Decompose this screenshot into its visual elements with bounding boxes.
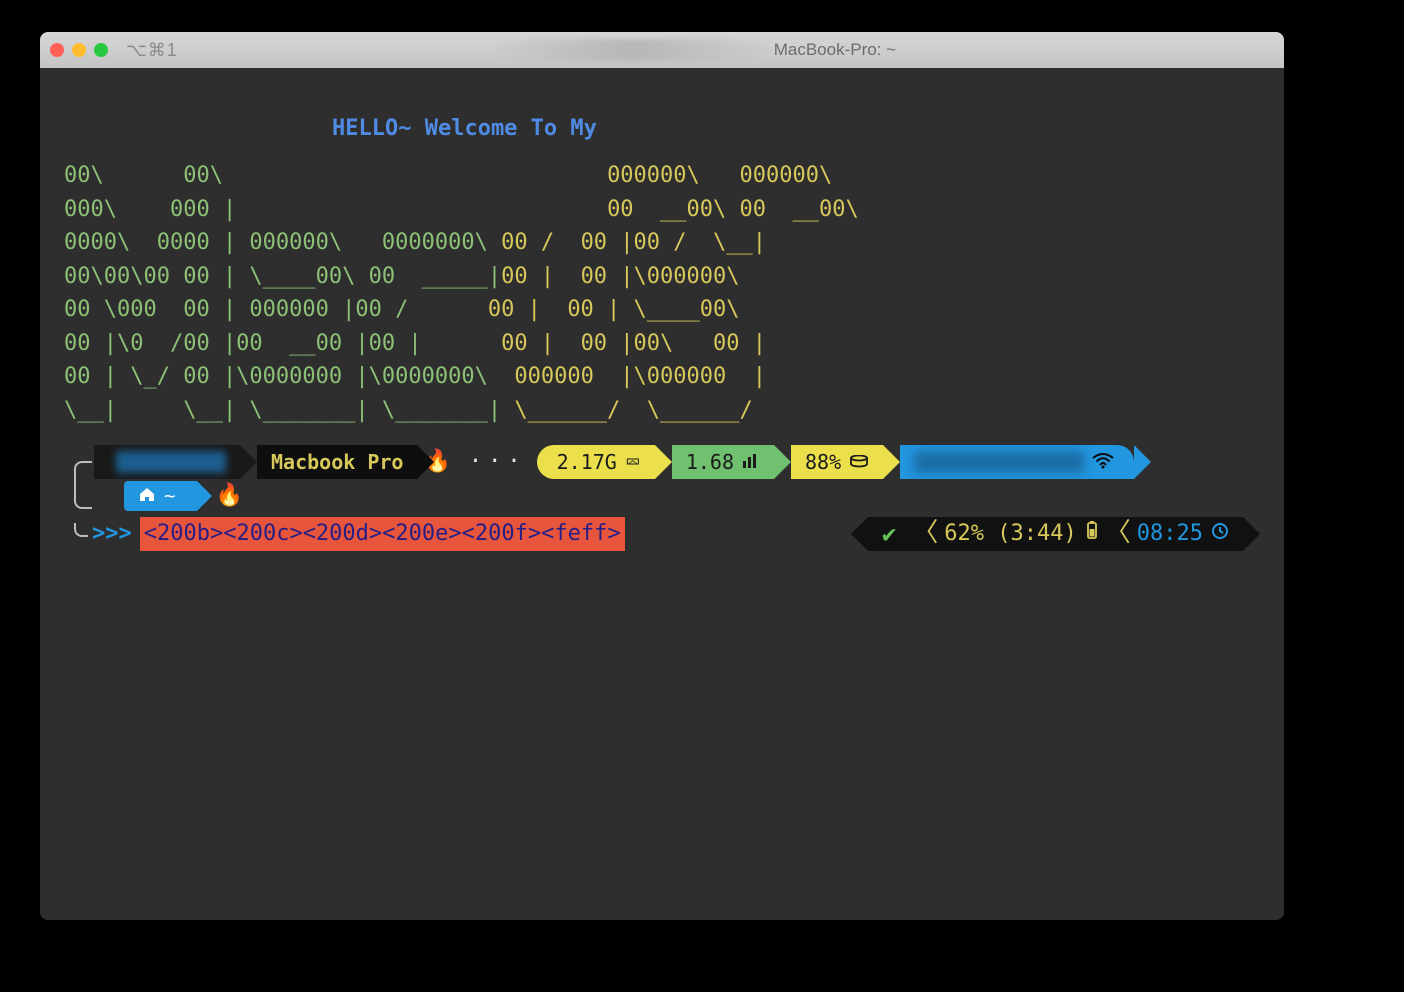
disk-value: 88% (805, 447, 841, 477)
ssid-redacted (914, 451, 1084, 473)
clock-icon (1211, 517, 1229, 550)
window-controls (50, 43, 108, 57)
minimize-icon[interactable] (72, 43, 86, 57)
home-icon (138, 482, 156, 511)
segment-end-arrow (1243, 517, 1260, 551)
load-segment: 1.68 (672, 445, 774, 479)
ram-segment: 2.17G ⮹ (537, 445, 655, 479)
chevron-left-icon: 〈 (1105, 514, 1131, 554)
username-redacted (116, 451, 226, 473)
motd-ascii: 00\ 00\ 000000\ 000000\ 000\ 000 | 00 __… (64, 159, 1260, 427)
chevron-left-icon: 〈 (912, 514, 938, 554)
titlebar: ⌥⌘1 MacBook-Pro: ~ (40, 32, 1284, 68)
terminal-body[interactable]: HELLO~ Welcome To My 00\ 00\ 000000\ 000… (40, 68, 1284, 920)
bars-icon (742, 447, 760, 477)
wifi-icon (1092, 447, 1114, 477)
title-redacted (496, 39, 766, 61)
wifi-segment (900, 445, 1134, 479)
disk-segment: 88% (791, 445, 883, 479)
host-segment: Macbook Pro (257, 445, 417, 479)
close-icon[interactable] (50, 43, 64, 57)
prompt-line: >>> <200b><200c><200d><200e><200f><feff>… (64, 517, 1260, 551)
time-value: 08:25 (1137, 517, 1203, 550)
motd-welcome: HELLO~ Welcome To My (332, 112, 1260, 145)
flame-icon-small: 🔥 (215, 479, 242, 512)
cwd-line: ~ 🔥 (124, 479, 1260, 513)
prompt-bracket (74, 461, 92, 509)
command-input[interactable]: <200b><200c><200d><200e><200f><feff> (140, 517, 625, 550)
cwd-path: ~ (164, 482, 175, 511)
disk-icon (849, 447, 869, 477)
status-line-right: ✔ 〈 62% (3:44) 〈 08:25 (868, 517, 1260, 551)
check-icon: ✔ (882, 516, 896, 552)
host-label: Macbook Pro (271, 447, 403, 477)
window-title: MacBook-Pro: ~ (186, 39, 1206, 61)
terminal-window: ⌥⌘1 MacBook-Pro: ~ HELLO~ Welcome To My … (40, 32, 1284, 920)
last-status-segment: ✔ 〈 62% (3:44) 〈 08:25 (868, 517, 1243, 551)
battery-icon (1085, 517, 1099, 550)
separator-dots: ··· (469, 445, 527, 478)
title-suffix: MacBook-Pro: ~ (774, 40, 896, 60)
user-segment (94, 445, 240, 479)
status-line-top: Macbook Pro 🔥 ··· 2.17G ⮹ 1.68 (94, 445, 1260, 479)
load-value: 1.68 (686, 447, 734, 477)
prompt-bracket-end (74, 523, 88, 537)
battery-value: 62% (3:44) (944, 517, 1076, 550)
zoom-icon[interactable] (94, 43, 108, 57)
cwd-segment: ~ (124, 481, 197, 511)
prompt-symbol: >>> (92, 517, 132, 550)
cpu-icon: ⮹ (625, 447, 641, 477)
window-shortcut: ⌥⌘1 (126, 40, 178, 61)
ram-value: 2.17G (557, 447, 617, 477)
